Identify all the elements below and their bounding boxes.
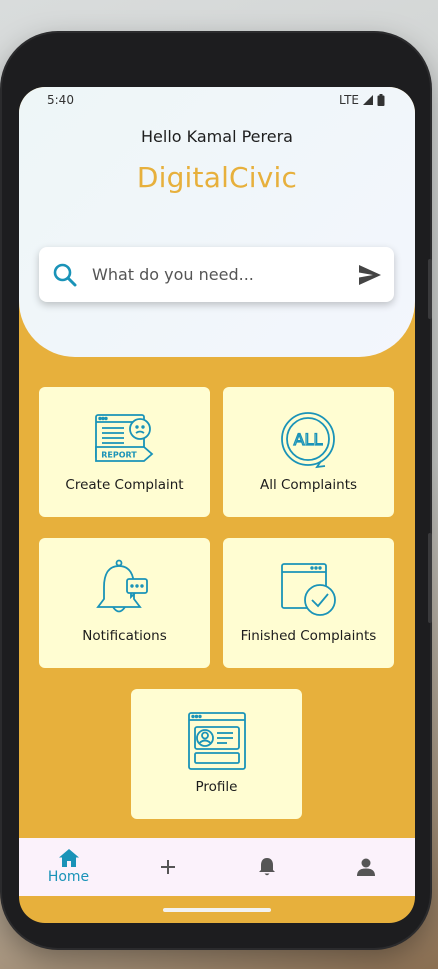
battery-icon	[377, 94, 385, 106]
send-icon[interactable]	[346, 264, 394, 285]
volume-button	[428, 259, 432, 319]
all-complaints-tile[interactable]: ALL All Complaints	[223, 387, 394, 517]
home-icon	[58, 849, 79, 867]
tile-label: Finished Complaints	[240, 628, 377, 644]
profile-tile[interactable]: Profile	[131, 689, 302, 819]
app-title: DigitalCivic	[136, 161, 298, 194]
search-input[interactable]: What do you need...	[92, 265, 346, 284]
signal-icon	[363, 95, 373, 105]
report-icon: REPORT	[92, 409, 158, 469]
person-icon	[356, 858, 375, 876]
app-screen: 5:40 LTE Hello Kamal Perera DigitalCivic…	[19, 87, 415, 923]
all-badge-text: ALL	[293, 430, 322, 449]
gesture-bar[interactable]	[163, 908, 271, 912]
greeting-text: Hello Kamal Perera	[141, 127, 293, 146]
bell-icon	[95, 559, 155, 620]
tile-label: Notifications	[82, 628, 167, 644]
status-time: 5:40	[47, 93, 74, 107]
bottom-nav: Home	[19, 838, 415, 896]
plus-icon	[160, 860, 175, 874]
tile-label: Profile	[195, 779, 238, 795]
nav-notifications[interactable]	[222, 857, 312, 877]
status-bar: 5:40 LTE	[19, 91, 415, 113]
report-badge-text: REPORT	[101, 451, 137, 460]
nav-home[interactable]: Home	[24, 849, 114, 885]
status-right: LTE	[339, 93, 385, 107]
create-complaint-tile[interactable]: REPORT Create Complaint	[39, 387, 210, 517]
window-check-icon	[278, 560, 340, 620]
search-icon	[39, 262, 91, 288]
network-label: LTE	[339, 93, 359, 107]
all-icon: ALL	[277, 409, 341, 469]
power-button	[428, 533, 432, 623]
finished-complaints-tile[interactable]: Finished Complaints	[223, 538, 394, 668]
nav-home-label: Home	[47, 869, 90, 885]
profile-card-icon	[187, 711, 247, 771]
notifications-tile[interactable]: Notifications	[39, 538, 210, 668]
nav-add[interactable]	[123, 859, 213, 875]
search-bar[interactable]: What do you need...	[39, 247, 394, 302]
bell-icon	[258, 858, 275, 876]
tile-label: Create Complaint	[65, 477, 184, 493]
nav-profile[interactable]	[321, 858, 411, 876]
tile-label: All Complaints	[259, 477, 358, 493]
header-panel: 5:40 LTE Hello Kamal Perera DigitalCivic…	[19, 87, 415, 357]
